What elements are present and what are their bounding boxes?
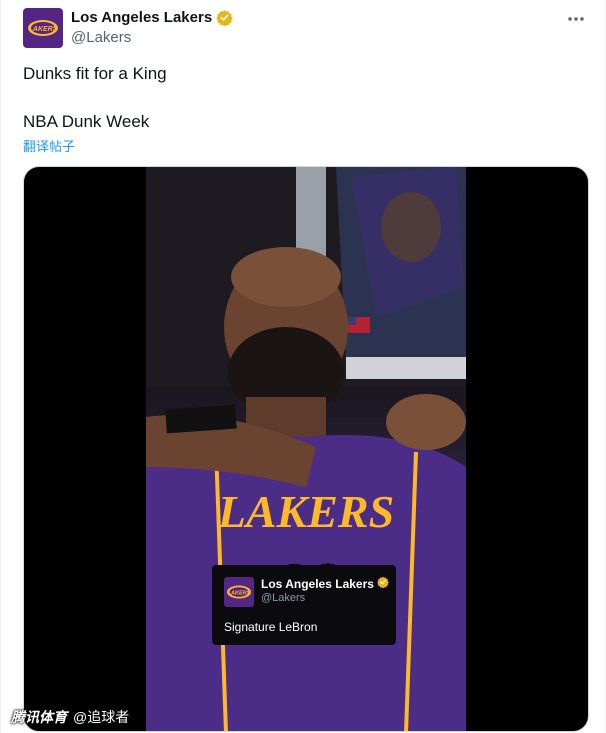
- watermark-brand: 腾讯体育: [11, 709, 67, 725]
- translate-post-link[interactable]: 翻译帖子: [23, 136, 75, 155]
- svg-text:LAKERS: LAKERS: [29, 26, 58, 33]
- quoted-post-text: Signature LeBron: [224, 620, 318, 634]
- quoted-post-card[interactable]: LAKERS Los Angeles Lakers @Lakers Signat…: [212, 565, 396, 645]
- tweet-text-line: NBA Dunk Week: [23, 112, 150, 131]
- author-handle[interactable]: @Lakers: [71, 29, 131, 46]
- verified-badge-icon: [377, 576, 389, 591]
- quoted-display-name: Los Angeles Lakers: [261, 576, 374, 591]
- author-display-name[interactable]: Los Angeles Lakers: [71, 9, 212, 26]
- svg-text:LAKERS: LAKERS: [228, 591, 251, 597]
- verified-badge-icon: [216, 9, 233, 26]
- quoted-handle: @Lakers: [261, 592, 306, 604]
- watermark: 腾讯体育 @追球者: [11, 707, 129, 727]
- author-name-row: Los Angeles Lakers: [71, 9, 233, 26]
- video-frame[interactable]: LAKERS 23: [146, 167, 466, 731]
- avatar[interactable]: LAKERS: [23, 8, 63, 48]
- lakers-logo-icon: LAKERS: [227, 585, 251, 599]
- quoted-author-row: Los Angeles Lakers: [261, 576, 389, 591]
- video-player[interactable]: LAKERS 23 LAKERS Los Angeles Lakers: [23, 166, 589, 732]
- lakers-logo-icon: LAKERS: [28, 20, 58, 36]
- tweet-card: LAKERS Los Angeles Lakers @Lakers Dunks …: [0, 0, 606, 733]
- watermark-user: @追球者: [73, 709, 130, 725]
- more-options-icon[interactable]: [565, 8, 587, 30]
- jersey-lakers-text: LAKERS: [217, 486, 394, 537]
- quoted-avatar: LAKERS: [224, 577, 254, 607]
- tweet-text-line: Dunks fit for a King: [23, 64, 167, 83]
- video-still-image: LAKERS 23: [146, 167, 466, 731]
